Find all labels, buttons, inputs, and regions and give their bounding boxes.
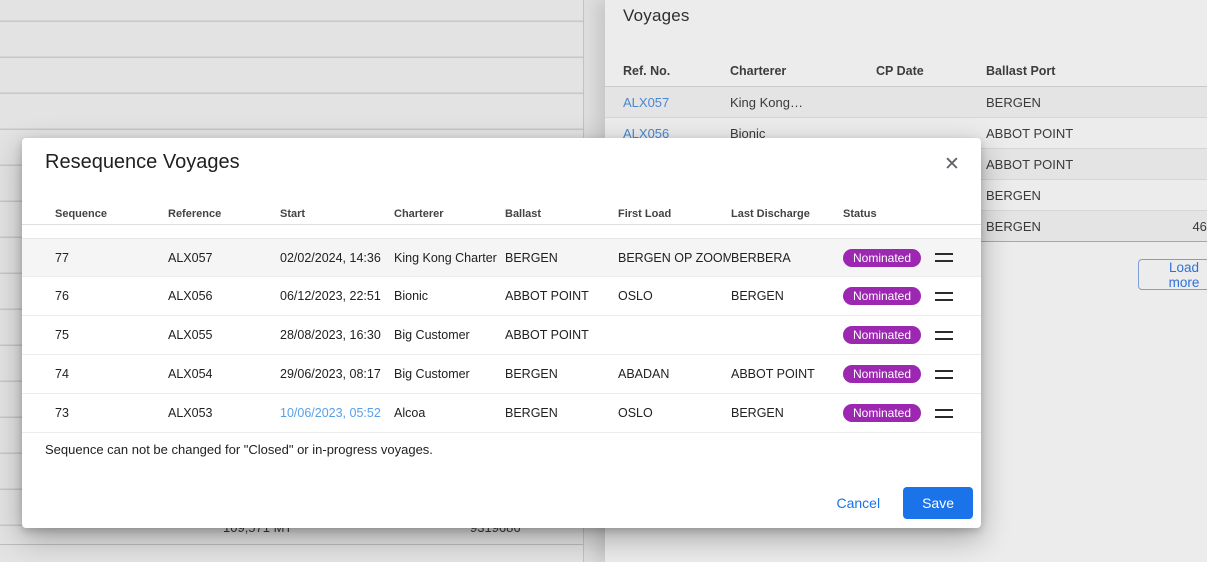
col-ballast: Ballast [505, 208, 618, 220]
start-value: 29/06/2023, 08:17 [280, 367, 394, 381]
status-badge: Nominated [843, 365, 921, 383]
resequence-voyages-dialog: Resequence Voyages ✕ Sequence Reference … [22, 138, 981, 528]
col-sequence: Sequence [55, 208, 168, 220]
voyages-panel-title: Voyages [623, 6, 690, 26]
sequence-value: 75 [55, 328, 168, 342]
col-charterer: Charterer [730, 64, 876, 78]
start-value: 06/12/2023, 22:51 [280, 289, 394, 303]
dialog-title: Resequence Voyages [45, 151, 240, 174]
resequence-table-header: Sequence Reference Start Charterer Balla… [22, 203, 981, 225]
drag-handle-icon[interactable] [935, 331, 953, 340]
reference-value: ALX055 [168, 328, 280, 342]
voyage-ref-link[interactable]: ALX057 [623, 95, 730, 110]
table-row[interactable]: ALX057 King Kong… BERGEN [605, 87, 1207, 118]
resequence-row[interactable]: 77 ALX057 02/02/2024, 14:36 King Kong Ch… [22, 238, 981, 277]
cancel-button[interactable]: Cancel [821, 487, 895, 519]
close-icon[interactable]: ✕ [941, 153, 963, 175]
status-badge: Nominated [843, 287, 921, 305]
save-button[interactable]: Save [903, 487, 973, 519]
resequence-row[interactable]: 74 ALX054 29/06/2023, 08:17 Big Customer… [22, 355, 981, 394]
resequence-row[interactable]: 73 ALX053 10/06/2023, 05:52 Alcoa BERGEN… [22, 394, 981, 433]
col-charterer: Charterer [394, 208, 505, 220]
sequence-value: 74 [55, 367, 168, 381]
reference-value: ALX056 [168, 289, 280, 303]
voyages-table-header: Ref. No. Charterer CP Date Ballast Port [605, 56, 1207, 87]
start-value: 28/08/2023, 16:30 [280, 328, 394, 342]
dialog-actions: Cancel Save [821, 487, 973, 519]
col-first-load: First Load [618, 208, 731, 220]
drag-handle-icon[interactable] [935, 409, 953, 418]
reference-value: ALX054 [168, 367, 280, 381]
status-badge: Nominated [843, 404, 921, 422]
drag-handle-icon[interactable] [935, 292, 953, 301]
col-status: Status [843, 208, 933, 220]
resequence-row[interactable]: 75 ALX055 28/08/2023, 16:30 Big Customer… [22, 316, 981, 355]
sequence-value: 73 [55, 406, 168, 420]
drag-handle-icon[interactable] [935, 253, 953, 262]
screen: 109,571 MT 9319686 Voyages Ref. No. Char… [0, 0, 1207, 562]
sequence-value: 77 [55, 251, 168, 265]
reference-value: ALX053 [168, 406, 280, 420]
start-date-link[interactable]: 10/06/2023, 05:52 [280, 406, 394, 420]
load-more-button[interactable]: Load more [1138, 259, 1207, 290]
status-badge: Nominated [843, 326, 921, 344]
reference-value: ALX057 [168, 251, 280, 265]
col-last-discharge: Last Discharge [731, 208, 843, 220]
col-ballast-port: Ballast Port [986, 64, 1155, 78]
sequence-value: 76 [55, 289, 168, 303]
start-value: 02/02/2024, 14:36 [280, 251, 394, 265]
drag-handle-icon[interactable] [935, 370, 953, 379]
col-start: Start [280, 208, 394, 220]
resequence-table-body: 77 ALX057 02/02/2024, 14:36 King Kong Ch… [22, 238, 981, 433]
resequence-note: Sequence can not be changed for "Closed"… [45, 442, 433, 457]
ballast-quantity: 46,96 [1155, 219, 1207, 234]
status-badge: Nominated [843, 249, 921, 267]
resequence-row[interactable]: 76 ALX056 06/12/2023, 22:51 Bionic ABBOT… [22, 277, 981, 316]
col-cp-date: CP Date [876, 64, 986, 78]
col-ref-no: Ref. No. [623, 64, 730, 78]
col-reference: Reference [168, 208, 280, 220]
